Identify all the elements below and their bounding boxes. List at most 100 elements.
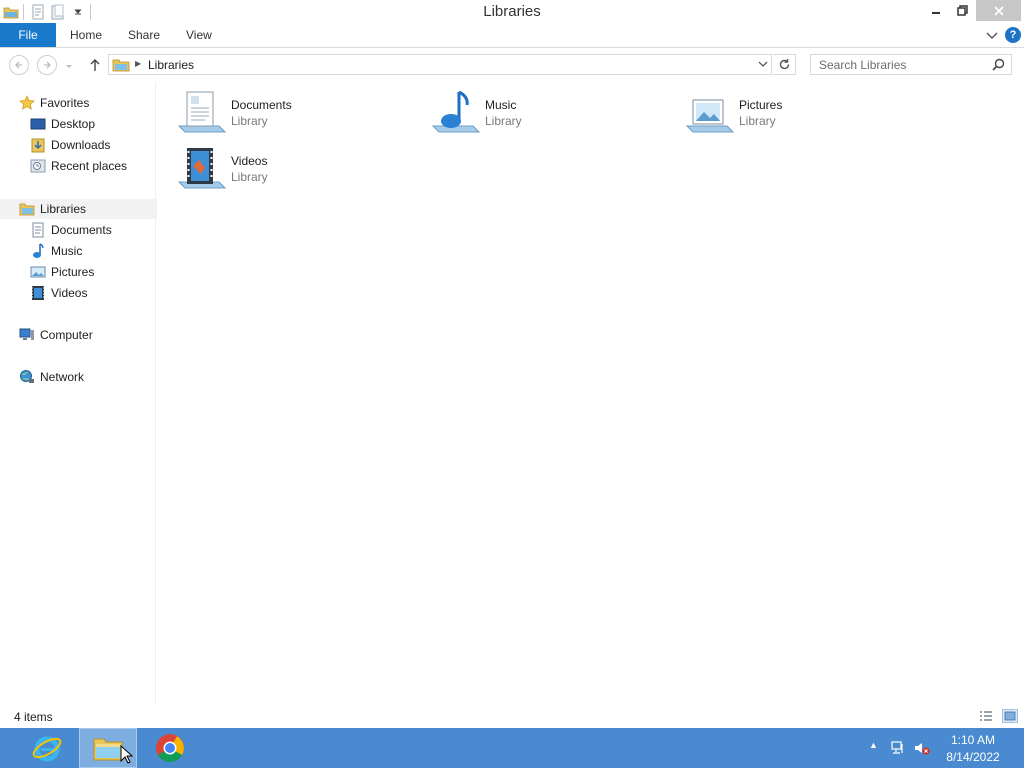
status-bar: 4 items bbox=[0, 704, 1024, 728]
arrow-left-icon bbox=[15, 61, 22, 69]
pictures-library-icon bbox=[685, 88, 735, 140]
library-tile-videos[interactable]: Videos Library bbox=[177, 144, 417, 196]
pictures-icon bbox=[30, 264, 46, 280]
minimize-button[interactable] bbox=[922, 0, 950, 21]
computer-icon bbox=[19, 327, 35, 343]
library-tile-music[interactable]: Music Library bbox=[431, 88, 671, 140]
taskbar-chrome[interactable] bbox=[141, 728, 199, 768]
tab-view[interactable]: View bbox=[186, 23, 212, 47]
chevron-down-icon bbox=[66, 65, 72, 68]
search-input[interactable] bbox=[811, 55, 995, 74]
taskbar-internet-explorer[interactable] bbox=[18, 728, 76, 768]
arrow-up-icon bbox=[90, 59, 100, 71]
restore-button[interactable] bbox=[948, 0, 976, 21]
item-count: 4 items bbox=[14, 710, 53, 724]
nav-item-label: Pictures bbox=[51, 265, 95, 279]
window-title: Libraries bbox=[483, 3, 541, 20]
library-tile-documents[interactable]: Documents Library bbox=[177, 88, 417, 140]
restore-icon bbox=[956, 5, 968, 16]
nav-libraries[interactable]: Libraries bbox=[19, 199, 86, 219]
desktop-icon bbox=[30, 116, 46, 132]
clock-date[interactable]: 8/14/2022 bbox=[930, 750, 1016, 764]
nav-item-label: Desktop bbox=[51, 117, 96, 131]
internet-explorer-icon bbox=[32, 736, 62, 762]
nav-favorites-label: Favorites bbox=[40, 96, 90, 110]
details-view-icon bbox=[980, 711, 992, 721]
refresh-icon bbox=[779, 59, 789, 70]
nav-item-documents[interactable]: Documents bbox=[30, 220, 112, 240]
star-icon bbox=[19, 95, 35, 111]
network-icon bbox=[19, 369, 35, 385]
arrow-right-icon bbox=[44, 61, 51, 69]
up-button[interactable] bbox=[86, 56, 104, 74]
nav-item-recent-places[interactable]: Recent places bbox=[30, 156, 127, 176]
details-view-button[interactable] bbox=[978, 709, 994, 723]
back-button[interactable] bbox=[9, 55, 29, 75]
close-button[interactable] bbox=[976, 0, 1021, 21]
downloads-icon bbox=[30, 137, 46, 153]
documents-library-icon bbox=[177, 88, 227, 140]
ribbon-tabs: File Home Share View ? bbox=[0, 23, 1024, 48]
nav-item-downloads[interactable]: Downloads bbox=[30, 135, 110, 155]
library-type: Library bbox=[231, 170, 268, 184]
library-name: Videos bbox=[231, 154, 268, 168]
large-icons-view-button[interactable] bbox=[1002, 709, 1018, 723]
breadcrumb-chevron-icon[interactable]: ▶ bbox=[135, 59, 141, 68]
refresh-button[interactable] bbox=[773, 54, 796, 75]
nav-computer-label: Computer bbox=[40, 328, 93, 342]
nav-network[interactable]: Network bbox=[19, 367, 84, 387]
chrome-icon bbox=[156, 734, 184, 762]
volume-muted-icon[interactable] bbox=[914, 740, 930, 759]
nav-item-label: Music bbox=[51, 244, 83, 258]
library-type: Library bbox=[739, 114, 776, 128]
nav-item-music[interactable]: Music bbox=[30, 241, 82, 261]
address-bar[interactable]: ▶ Libraries bbox=[108, 54, 772, 75]
nav-computer[interactable]: Computer bbox=[19, 325, 93, 345]
nav-libraries-label: Libraries bbox=[40, 202, 87, 216]
nav-item-videos[interactable]: Videos bbox=[30, 283, 87, 303]
library-type: Library bbox=[231, 114, 268, 128]
music-library-icon bbox=[431, 88, 481, 140]
videos-library-icon bbox=[177, 144, 227, 196]
minimize-icon bbox=[932, 11, 940, 14]
help-icon[interactable]: ? bbox=[1005, 27, 1021, 43]
library-type: Library bbox=[485, 114, 522, 128]
show-hidden-icons-button[interactable]: ▲ bbox=[869, 740, 878, 750]
mouse-cursor-icon bbox=[120, 744, 134, 768]
documents-icon bbox=[30, 222, 46, 238]
libraries-icon bbox=[19, 201, 35, 217]
chevron-down-icon bbox=[758, 61, 768, 67]
nav-item-label: Videos bbox=[51, 286, 88, 300]
library-tile-pictures[interactable]: Pictures Library bbox=[685, 88, 925, 140]
nav-item-desktop[interactable]: Desktop bbox=[30, 114, 95, 134]
chevron-down-icon bbox=[986, 32, 998, 39]
network-tray-icon[interactable] bbox=[890, 740, 906, 759]
clock-time[interactable]: 1:10 AM bbox=[930, 733, 1016, 747]
search-box[interactable] bbox=[810, 54, 1012, 75]
recent-places-icon bbox=[30, 158, 46, 174]
forward-button[interactable] bbox=[37, 55, 57, 75]
close-icon bbox=[993, 5, 1004, 16]
tab-share[interactable]: Share bbox=[128, 23, 160, 47]
nav-favorites[interactable]: Favorites bbox=[19, 93, 89, 113]
library-name: Documents bbox=[231, 98, 292, 112]
search-icon[interactable] bbox=[992, 58, 1005, 74]
tab-home[interactable]: Home bbox=[70, 23, 102, 47]
navigation-pane-divider[interactable] bbox=[155, 82, 156, 704]
nav-item-pictures[interactable]: Pictures bbox=[30, 262, 94, 282]
tiles-view-icon bbox=[1004, 711, 1016, 721]
breadcrumb-libraries[interactable]: Libraries bbox=[148, 58, 194, 72]
address-dropdown-button[interactable] bbox=[757, 58, 769, 73]
title-bar: Libraries bbox=[0, 0, 1024, 23]
tab-file[interactable]: File bbox=[0, 23, 56, 47]
recent-locations-button[interactable] bbox=[64, 61, 74, 71]
library-name: Music bbox=[485, 98, 517, 112]
nav-item-label: Downloads bbox=[51, 138, 111, 152]
expand-ribbon-button[interactable] bbox=[984, 27, 1000, 43]
music-icon bbox=[30, 243, 46, 259]
taskbar: ▲ 1:10 AM 8/14/2022 bbox=[0, 728, 1024, 768]
nav-item-label: Documents bbox=[51, 223, 112, 237]
libraries-icon bbox=[112, 57, 130, 75]
nav-item-label: Recent places bbox=[51, 159, 128, 173]
videos-icon bbox=[30, 285, 46, 301]
